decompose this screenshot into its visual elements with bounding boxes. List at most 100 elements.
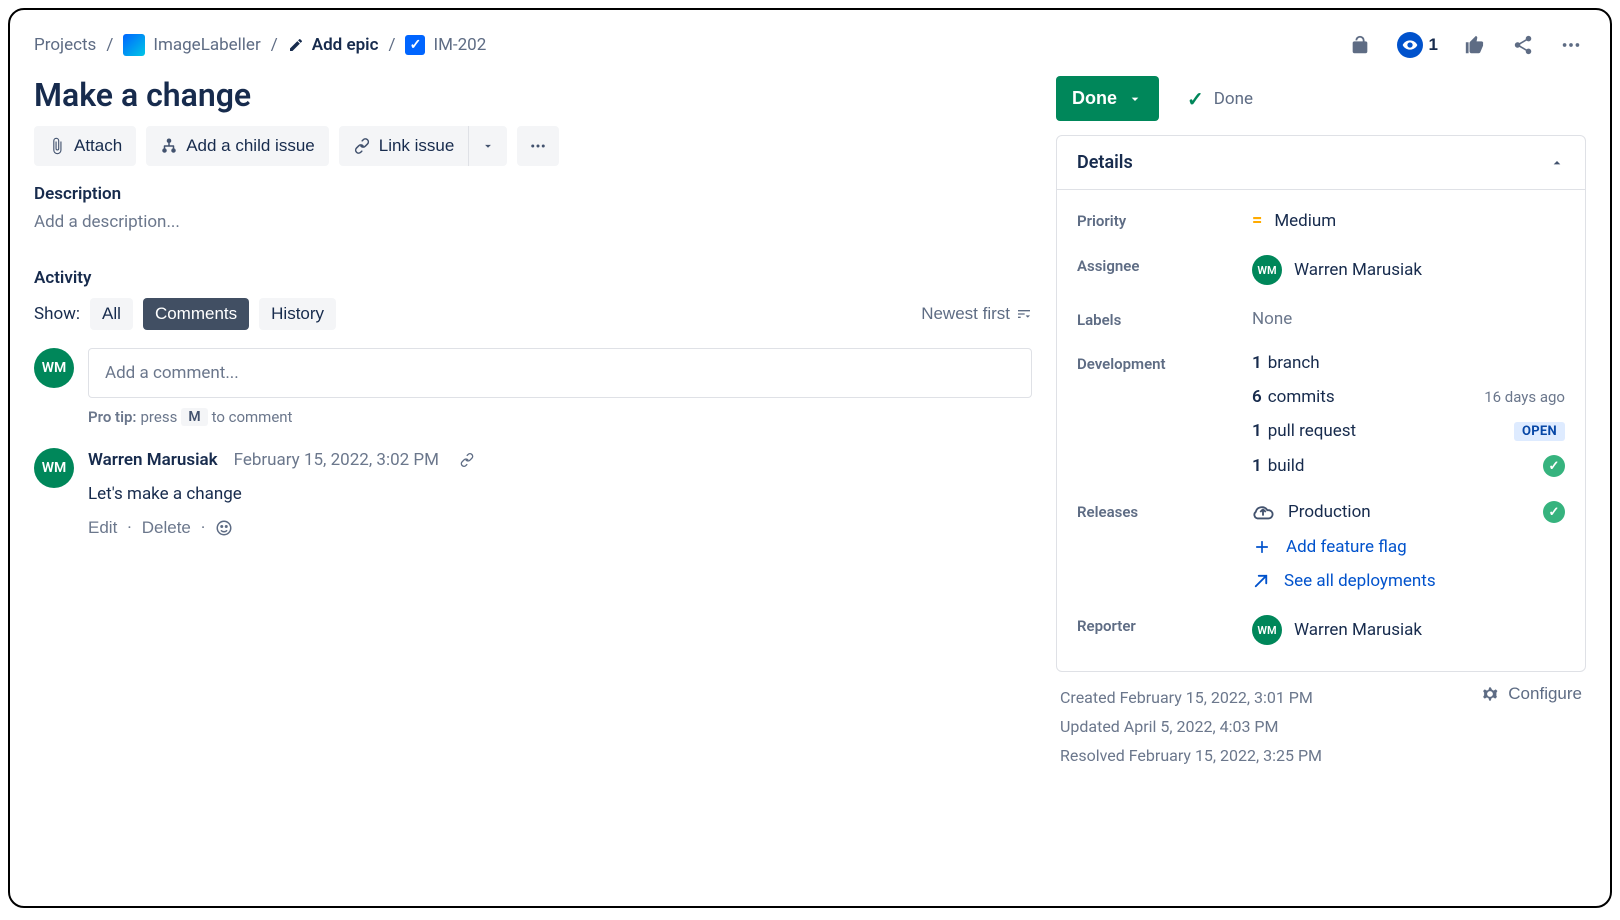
current-user-avatar: WM	[34, 348, 74, 388]
breadcrumb-separator: /	[106, 35, 113, 55]
issue-title[interactable]: Make a change	[34, 76, 1032, 114]
field-assignee: Assignee WM Warren Marusiak	[1077, 243, 1565, 297]
breadcrumb-add-epic[interactable]: Add epic	[288, 35, 379, 55]
comment-protip: Pro tip: press M to comment	[88, 408, 1032, 426]
dev-build-count: 1	[1252, 456, 1262, 476]
release-production[interactable]: Production ✓	[1252, 501, 1565, 523]
tab-comments[interactable]: Comments	[143, 298, 249, 330]
tab-all[interactable]: All	[90, 298, 133, 330]
see-all-deployments-link[interactable]: See all deployments	[1252, 571, 1565, 591]
breadcrumb-projects[interactable]: Projects	[34, 35, 96, 55]
comment-edit[interactable]: Edit	[88, 518, 117, 538]
emoji-icon	[215, 519, 233, 537]
show-label: Show:	[34, 304, 80, 324]
attach-button[interactable]: Attach	[34, 126, 136, 166]
dev-build[interactable]: 1 build ✓	[1252, 455, 1565, 477]
share-button[interactable]	[1508, 30, 1538, 60]
chevron-down-icon	[1127, 91, 1143, 107]
details-panel: Details Priority = Medium Assignee	[1056, 135, 1586, 672]
reporter-label: Reporter	[1077, 615, 1252, 635]
tab-history[interactable]: History	[259, 298, 336, 330]
release-success-icon: ✓	[1543, 501, 1565, 523]
comment-item: WM Warren Marusiak February 15, 2022, 3:…	[34, 448, 1032, 538]
comment-permalink[interactable]	[455, 448, 479, 472]
unlock-button[interactable]	[1345, 30, 1375, 60]
watch-button[interactable]: 1	[1393, 28, 1442, 62]
assignee-label: Assignee	[1077, 255, 1252, 275]
breadcrumb-issue-key-label: IM-202	[433, 35, 486, 55]
plus-icon	[1252, 537, 1272, 557]
activity-tabs: Show: All Comments History	[34, 298, 336, 330]
comment-react[interactable]	[215, 519, 233, 537]
kebab-icon	[529, 137, 547, 155]
sort-icon	[1016, 306, 1032, 322]
add-feature-flag-link[interactable]: Add feature flag	[1252, 537, 1565, 557]
assignee-value[interactable]: WM Warren Marusiak	[1252, 255, 1565, 285]
status-dropdown[interactable]: Done	[1056, 76, 1159, 121]
activity-bar: Show: All Comments History Newest first	[34, 298, 1032, 330]
dev-commits-count: 6	[1252, 387, 1262, 407]
link-issue-button[interactable]: Link issue	[339, 126, 469, 166]
link-issue-label: Link issue	[379, 136, 455, 156]
breadcrumb: Projects / ImageLabeller / Add epic / ✓ …	[34, 34, 486, 56]
field-development: Development 1 branch 6 commits 16 days a…	[1077, 341, 1565, 489]
details-header[interactable]: Details	[1057, 136, 1585, 190]
configure-button[interactable]: Configure	[1480, 684, 1582, 704]
top-actions: 1	[1345, 28, 1586, 62]
dev-branch-text: branch	[1268, 353, 1320, 373]
dev-commits[interactable]: 6 commits 16 days ago	[1252, 387, 1565, 407]
reporter-text: Warren Marusiak	[1294, 620, 1422, 640]
field-priority: Priority = Medium	[1077, 198, 1565, 243]
comment-avatar: WM	[34, 448, 74, 488]
priority-value[interactable]: = Medium	[1252, 210, 1565, 231]
task-icon: ✓	[405, 35, 425, 55]
comment-author[interactable]: Warren Marusiak	[88, 450, 218, 470]
dev-pr-text: pull request	[1268, 421, 1356, 441]
labels-label: Labels	[1077, 309, 1252, 329]
cloud-upload-icon	[1252, 501, 1274, 523]
assignee-text: Warren Marusiak	[1294, 260, 1422, 280]
chevron-down-icon	[481, 139, 495, 153]
labels-value[interactable]: None	[1252, 309, 1565, 329]
priority-label: Priority	[1077, 210, 1252, 230]
description-placeholder[interactable]: Add a description...	[34, 212, 1032, 232]
share-icon	[1512, 34, 1534, 56]
add-child-button[interactable]: Add a child issue	[146, 126, 329, 166]
toolbar-more-button[interactable]	[517, 126, 559, 166]
checkmark-icon: ✓	[1187, 87, 1204, 111]
description-label: Description	[34, 184, 1032, 204]
comment-delete[interactable]: Delete	[142, 518, 191, 538]
configure-label: Configure	[1508, 684, 1582, 704]
dev-pull-request[interactable]: 1 pull request OPEN	[1252, 421, 1565, 441]
priority-medium-icon: =	[1252, 210, 1262, 231]
dev-build-text: build	[1268, 456, 1305, 476]
breadcrumb-separator: /	[271, 35, 278, 55]
link-issue-dropdown[interactable]	[468, 126, 507, 166]
reporter-avatar: WM	[1252, 615, 1282, 645]
breadcrumb-project-label: ImageLabeller	[153, 35, 260, 55]
reporter-value[interactable]: WM Warren Marusiak	[1252, 615, 1565, 645]
eye-icon	[1397, 32, 1423, 58]
chevron-up-icon	[1549, 155, 1565, 171]
main-content: Make a change Attach Add a child issue L…	[34, 76, 1586, 770]
kebab-icon	[1560, 34, 1582, 56]
dev-branch[interactable]: 1 branch	[1252, 353, 1565, 373]
link-icon	[353, 137, 371, 155]
more-actions-button[interactable]	[1556, 30, 1586, 60]
sort-button[interactable]: Newest first	[921, 304, 1032, 324]
timestamp-created: Created February 15, 2022, 3:01 PM	[1060, 684, 1322, 713]
details-header-label: Details	[1077, 152, 1133, 173]
add-feature-flag-text: Add feature flag	[1286, 537, 1407, 557]
breadcrumb-project[interactable]: ImageLabeller	[123, 34, 260, 56]
gear-icon	[1480, 684, 1500, 704]
project-icon	[123, 34, 145, 56]
breadcrumb-issue-key[interactable]: ✓ IM-202	[405, 35, 486, 55]
priority-text: Medium	[1274, 211, 1336, 231]
timestamp-resolved: Resolved February 15, 2022, 3:25 PM	[1060, 742, 1322, 771]
vote-button[interactable]	[1460, 30, 1490, 60]
status-button-label: Done	[1072, 88, 1117, 109]
comment-input[interactable]: Add a comment...	[88, 348, 1032, 398]
status-lozenge: ✓ Done	[1187, 87, 1253, 111]
issue-view-page: Projects / ImageLabeller / Add epic / ✓ …	[8, 8, 1612, 908]
build-success-icon: ✓	[1543, 455, 1565, 477]
